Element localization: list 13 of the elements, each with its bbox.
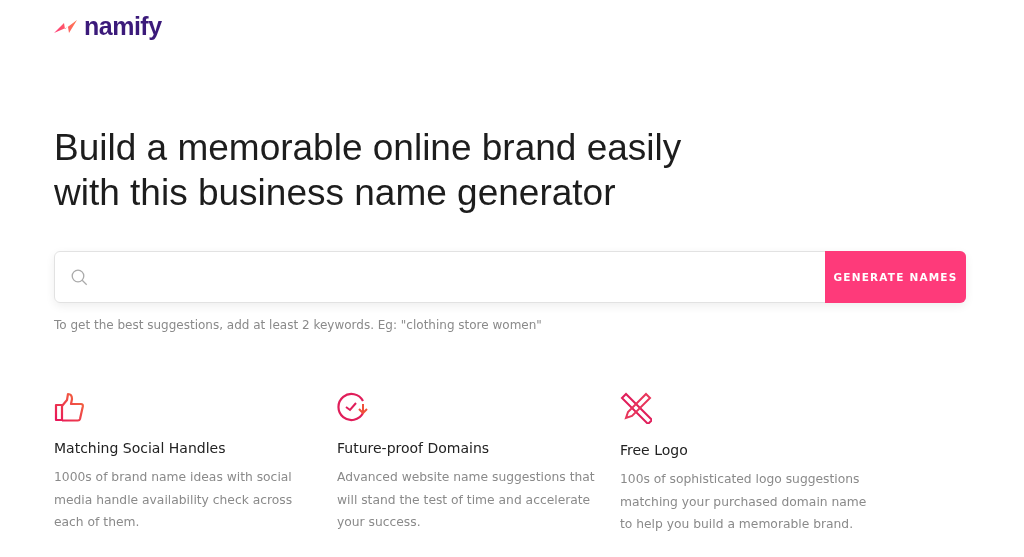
page-heading: Build a memorable online brand easily with this business name generator xyxy=(54,126,683,215)
logo-text[interactable]: namify xyxy=(84,12,162,41)
feature-description: Advanced website name suggestions that will stand the test of time and accelerate your success. xyxy=(337,469,596,531)
feature-title: Free Logo xyxy=(620,442,689,458)
pencil-ruler-icon xyxy=(620,392,652,424)
feature-title: Matching Social Handles xyxy=(54,440,227,456)
feature-description: 1000s of brand name ideas with social media handle availability check across each of them. xyxy=(54,469,294,531)
lightning-bolt-icon xyxy=(54,18,78,35)
feature-description: 100s of sophisticated logo suggestions matching your purchased domain name to help you build a memorable brand. xyxy=(620,471,868,533)
feature-title: Future-proof Domains xyxy=(337,440,491,456)
clock-check-icon xyxy=(337,392,369,422)
thumbs-up-icon xyxy=(54,392,84,422)
search-hint: To get the best suggestions, add at least 2 keywords. Eg: "clothing store women" xyxy=(54,318,543,332)
